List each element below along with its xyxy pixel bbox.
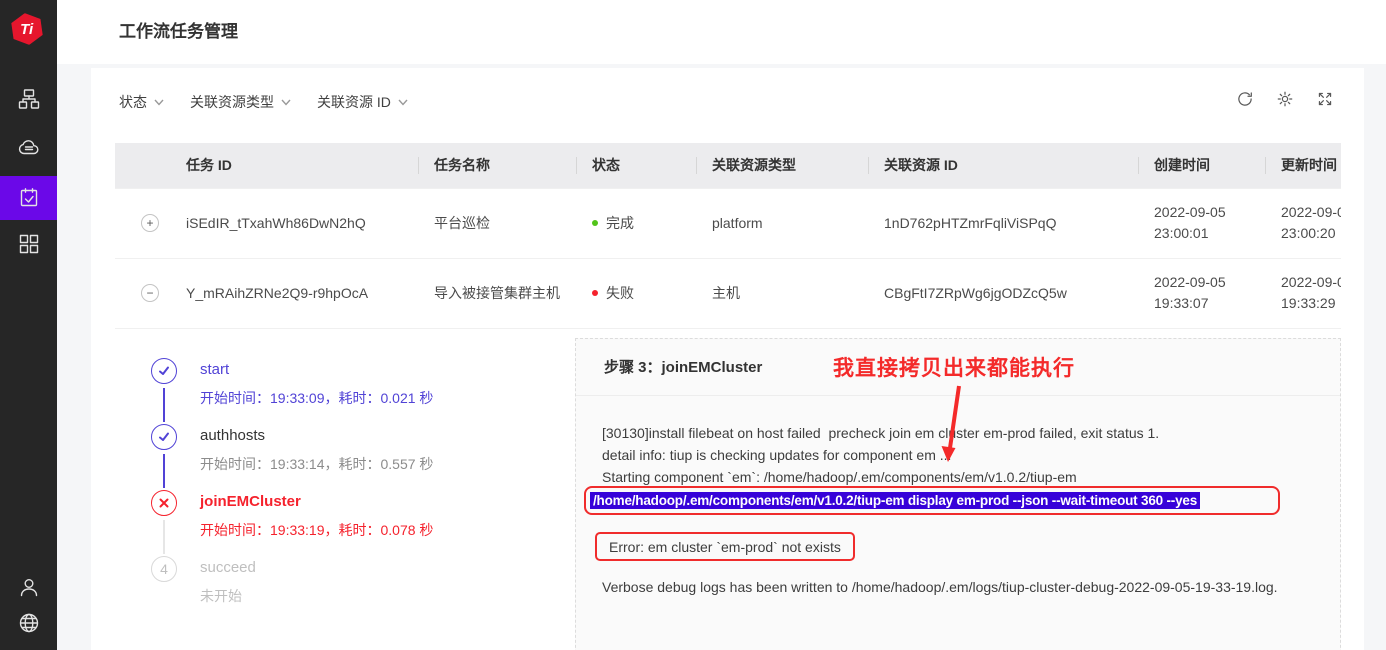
log-line: detail info: tiup is checking updates fo…	[602, 447, 952, 463]
sidebar-item-apps[interactable]	[0, 222, 57, 266]
timeline-connector	[163, 520, 165, 554]
sidebar-item-language[interactable]	[0, 601, 57, 645]
error-message-box: Error: em cluster `em-prod` not exists	[595, 532, 855, 561]
cell-task-name: 平台巡检	[418, 187, 576, 259]
filter-status-label: 状态	[119, 94, 147, 110]
step-failed-icon	[151, 490, 177, 516]
grid-icon	[19, 234, 38, 254]
filter-bar: 状态 关联资源类型 关联资源 ID	[119, 92, 408, 112]
log-line: Starting component `em`: /home/hadoop/.e…	[602, 469, 1077, 485]
step-timeline: start 开始时间：19:33:09，耗时：0.021 秒 authhosts…	[151, 356, 571, 620]
table-toolbar	[1236, 90, 1334, 108]
step-name: start	[200, 361, 230, 378]
chevron-down-icon	[281, 99, 291, 106]
filter-resource-type[interactable]: 关联资源类型	[190, 92, 291, 112]
col-resource-id: 关联资源 ID	[868, 143, 1138, 188]
chevron-down-icon	[154, 99, 164, 106]
col-task-name: 任务名称	[418, 143, 576, 188]
expand-row-button[interactable]: +	[141, 214, 159, 232]
cell-resource-type: platform	[696, 187, 868, 259]
timeline-step-joinemcluster: joinEMCluster 开始时间：19:33:19，耗时：0.078 秒	[151, 488, 571, 554]
cell-status: 失败	[576, 258, 696, 329]
step-detail-text: 开始时间：19:33:14，耗时：0.557 秒	[200, 456, 434, 472]
step-success-icon	[151, 358, 177, 384]
red-arrow-icon	[941, 385, 961, 462]
cell-resource-id: 1nD762pHTZmrFqliViSPqQ	[868, 187, 1138, 259]
cell-task-id: Y_mRAihZRNe2Q9-r9hpOcA	[170, 258, 418, 329]
cell-created: 2022-09-05 19:33:07	[1138, 258, 1265, 329]
sidebar-item-cloud[interactable]	[0, 126, 57, 170]
step-detail-text: 开始时间：19:33:09，耗时：0.021 秒	[200, 390, 434, 406]
cell-created: 2022-09-05 23:00:01	[1138, 187, 1265, 259]
col-status: 状态	[576, 143, 696, 188]
globe-icon	[19, 613, 38, 633]
status-dot-success	[592, 220, 598, 226]
cell-status: 完成	[576, 187, 696, 259]
sidebar: Ti	[0, 0, 57, 650]
table-row: + iSEdIR_tTxahWh86DwN2hQ 平台巡检 完成 platfor…	[115, 187, 1341, 259]
step-name: authhosts	[200, 427, 266, 444]
cell-task-name: 导入被接管集群主机	[418, 258, 576, 329]
refresh-button[interactable]	[1236, 90, 1254, 108]
sidebar-item-tasks-active[interactable]	[0, 176, 57, 220]
gear-icon	[1277, 91, 1293, 107]
table-row: − Y_mRAihZRNe2Q9-r9hpOcA 导入被接管集群主机 失败 主机…	[115, 258, 1341, 329]
content-card: 状态 关联资源类型 关联资源 ID 任务 ID 任务名称 状态 关联资源类型 关…	[91, 68, 1364, 650]
task-check-icon	[20, 188, 37, 207]
timeline-step-succeed: 4 succeed 未开始	[151, 554, 571, 620]
col-updated: 更新时间	[1265, 143, 1341, 188]
cloud-icon	[18, 140, 38, 155]
fullscreen-icon	[1318, 92, 1332, 106]
page-title: 工作流任务管理	[119, 22, 238, 41]
log-line: [30130]install filebeat on host failed p…	[602, 425, 1160, 441]
sidebar-item-cluster[interactable]	[0, 77, 57, 121]
cell-updated: 2022-09-05 19:33:29	[1265, 258, 1341, 329]
highlighted-command-box: /home/hadoop/.em/components/em/v1.0.2/ti…	[584, 486, 1280, 515]
red-annotation-text: 我直接拷贝出来都能执行	[833, 357, 1075, 380]
cell-resource-type: 主机	[696, 258, 868, 329]
filter-resource-type-label: 关联资源类型	[190, 94, 274, 110]
cell-updated: 2022-09-05 23:00:20	[1265, 187, 1341, 259]
step-number-badge: 4	[151, 556, 177, 582]
col-resource-type: 关联资源类型	[696, 143, 868, 188]
timeline-connector	[163, 454, 165, 488]
chevron-down-icon	[398, 99, 408, 106]
verbose-log-line: Verbose debug logs has been written to /…	[602, 579, 1278, 595]
refresh-icon	[1238, 92, 1252, 106]
timeline-connector	[163, 388, 165, 422]
status-dot-failed	[592, 290, 598, 296]
cell-resource-id: CBgFtI7ZRpWg6jgODZcQ5w	[868, 258, 1138, 329]
step-detail-text: 未开始	[200, 588, 242, 604]
timeline-step-authhosts: authhosts 开始时间：19:33:14，耗时：0.557 秒	[151, 422, 571, 488]
highlighted-command: /home/hadoop/.em/components/em/v1.0.2/ti…	[590, 492, 1201, 509]
step-success-icon	[151, 424, 177, 450]
step-detail-text: 开始时间：19:33:19，耗时：0.078 秒	[200, 522, 434, 538]
app-logo[interactable]: Ti	[11, 13, 45, 47]
col-expand	[115, 143, 170, 188]
timeline-step-start: start 开始时间：19:33:09，耗时：0.021 秒	[151, 356, 571, 422]
filter-status[interactable]: 状态	[119, 92, 164, 112]
settings-button[interactable]	[1276, 90, 1294, 108]
sidebar-item-settings-partial[interactable]	[0, 640, 57, 650]
filter-resource-id[interactable]: 关联资源 ID	[317, 92, 408, 112]
user-icon	[20, 578, 37, 597]
top-bar: 工作流任务管理	[57, 0, 1386, 64]
collapse-row-button[interactable]: −	[141, 284, 159, 302]
error-message: Error: em cluster `em-prod` not exists	[609, 538, 841, 555]
col-task-id: 任务 ID	[170, 143, 418, 188]
step-name: succeed	[200, 559, 256, 576]
filter-resource-id-label: 关联资源 ID	[317, 94, 391, 110]
sitemap-icon	[18, 89, 39, 109]
col-created: 创建时间	[1138, 143, 1265, 188]
table-header-row: 任务 ID 任务名称 状态 关联资源类型 关联资源 ID 创建时间 更新时间	[115, 143, 1341, 188]
fullscreen-button[interactable]	[1316, 90, 1334, 108]
task-table: 任务 ID 任务名称 状态 关联资源类型 关联资源 ID 创建时间 更新时间 +…	[115, 143, 1341, 329]
cell-task-id: iSEdIR_tTxahWh86DwN2hQ	[170, 187, 418, 259]
tidb-logo-icon: Ti	[9, 11, 45, 47]
step-name: joinEMCluster	[200, 493, 301, 510]
